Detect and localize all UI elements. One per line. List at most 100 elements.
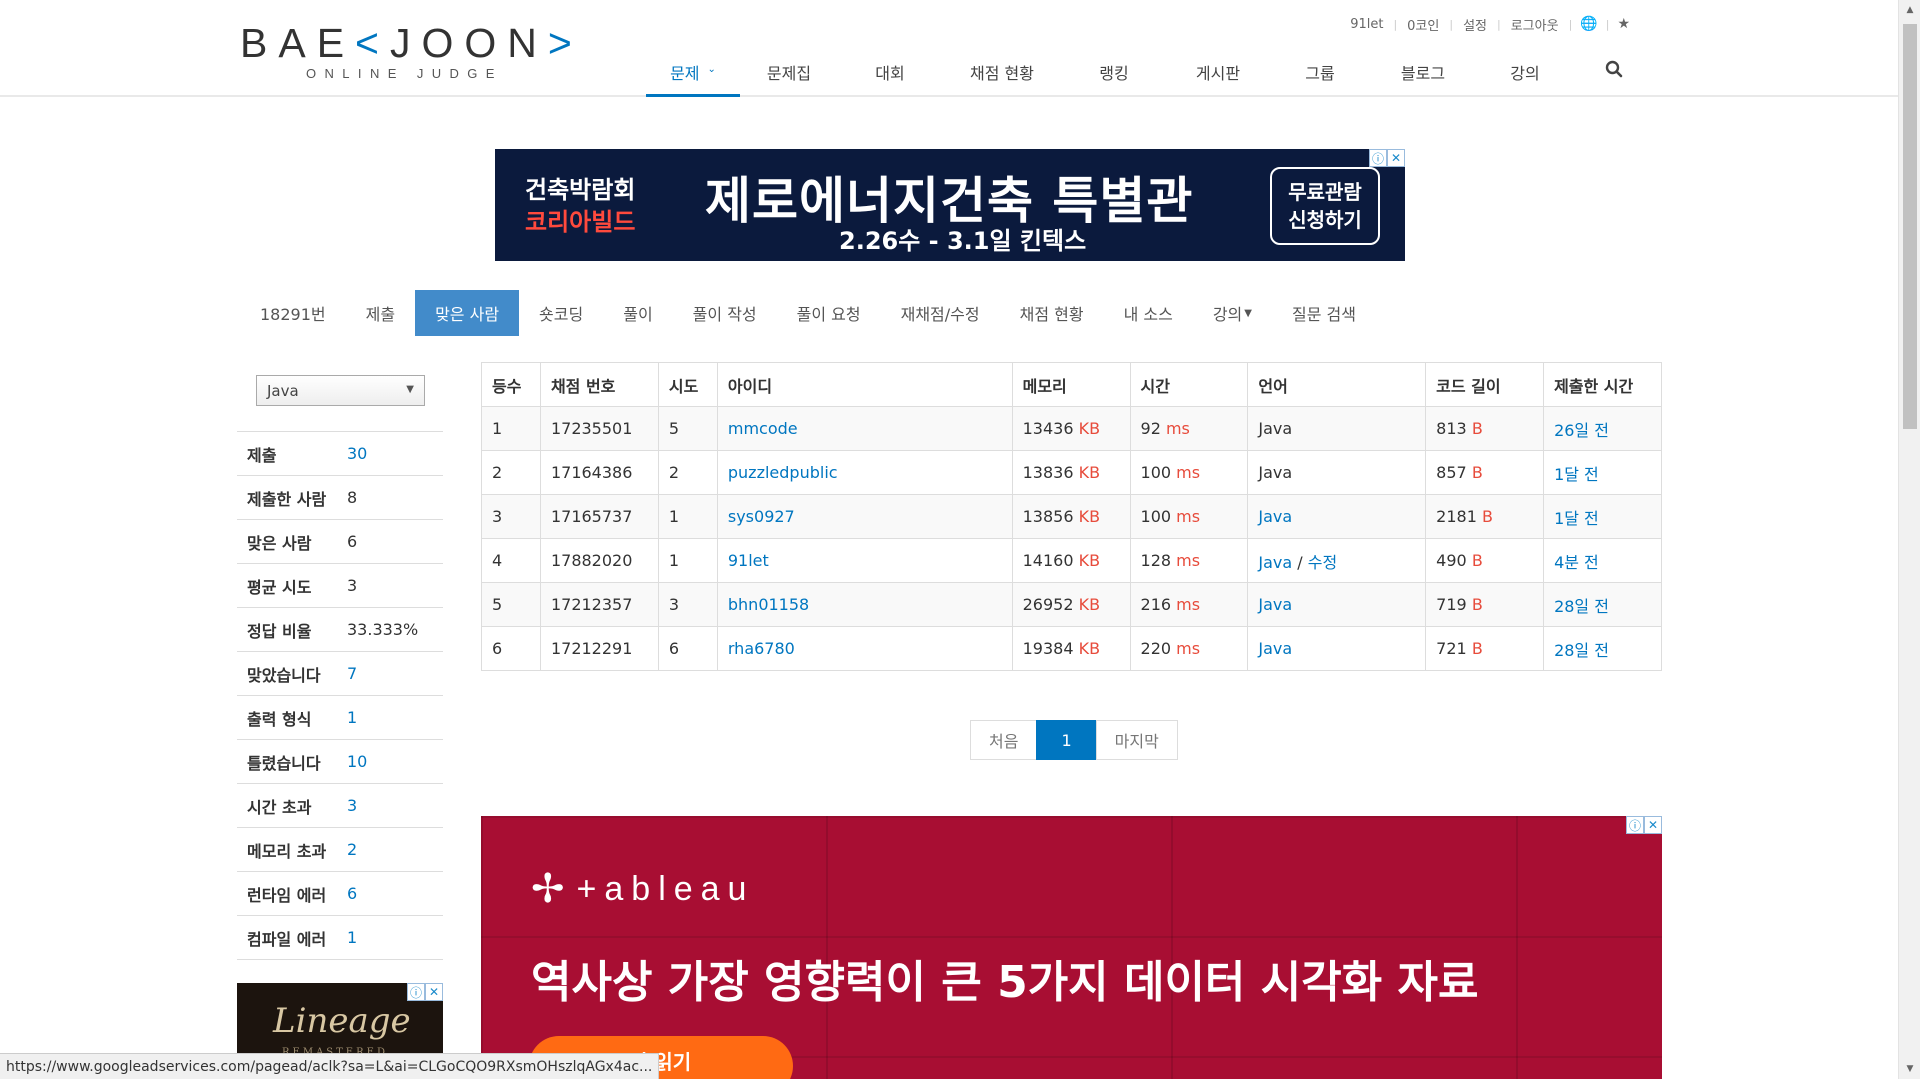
tab-submit[interactable]: 제출 xyxy=(346,290,415,336)
ad-cta-button[interactable]: 무료관람 신청하기 xyxy=(1270,167,1380,245)
settings-link[interactable]: 설정 xyxy=(1453,15,1497,34)
search-icon[interactable] xyxy=(1594,52,1634,97)
user-cell: bhn01158 xyxy=(716,582,1013,627)
submitted-time-link[interactable]: 28일 전 xyxy=(1554,597,1609,616)
stat-value[interactable]: 7 xyxy=(347,664,357,683)
user-cell: 91let xyxy=(716,538,1013,583)
stat-value[interactable]: 6 xyxy=(347,884,357,903)
edit-link[interactable]: 수정 xyxy=(1308,553,1337,572)
nav-item-problems[interactable]: 문제 ⌄ xyxy=(646,52,740,97)
tab-rejudge[interactable]: 재채점/수정 xyxy=(881,290,1000,336)
ad-controls: ⓘ ✕ xyxy=(1626,816,1662,834)
submitted-time-link[interactable]: 1달 전 xyxy=(1554,509,1599,528)
language-link[interactable]: Java xyxy=(1258,553,1292,572)
stat-value: 3 xyxy=(347,576,358,595)
page-last-button[interactable]: 마지막 xyxy=(1095,720,1178,760)
stat-row: 정답 비율 33.333% xyxy=(237,608,443,652)
language-select[interactable]: Java ▼ xyxy=(256,375,425,406)
code-length-value: 490 xyxy=(1436,551,1467,570)
submitted-time-cell: 28일 전 xyxy=(1543,582,1662,627)
tab-my-source[interactable]: 내 소스 xyxy=(1104,290,1193,336)
time-cell: 100 ms xyxy=(1129,494,1249,539)
submitted-time-cell: 4분 전 xyxy=(1543,538,1662,583)
language-cell: Java xyxy=(1247,582,1427,627)
memory-cell: 13436 KB xyxy=(1011,406,1131,451)
banner-ad-top[interactable]: 건축박람회 코리아빌드 제로에너지건축 특별관 2.26수 - 3.1일 킨텍스… xyxy=(495,149,1405,261)
ad-info-icon[interactable]: ⓘ xyxy=(407,983,425,1001)
nav-item-board[interactable]: 게시판 xyxy=(1166,52,1270,97)
page-first-button[interactable]: 처음 xyxy=(970,720,1038,760)
close-icon[interactable]: ✕ xyxy=(1387,149,1405,167)
code-length-value: 813 xyxy=(1436,419,1467,438)
nav-item-blog[interactable]: 블로그 xyxy=(1370,52,1476,97)
accepted-table: 등수 채점 번호 시도 아이디 메모리 시간 언어 코드 길이 제출한 시간 1 17235501… xyxy=(481,362,1662,671)
user-cell: mmcode xyxy=(716,406,1013,451)
side-ad-title: Lineage xyxy=(273,1001,411,1041)
table-row: 4 17882020 1 91let 14160 KB 128 ms Java / 수정 49… xyxy=(481,538,1662,583)
user-link[interactable]: mmcode xyxy=(728,419,798,438)
user-link[interactable]: 91let xyxy=(728,551,769,570)
nav-item-workbook[interactable]: 문제집 xyxy=(740,52,838,97)
tab-status[interactable]: 채점 현황 xyxy=(1000,290,1104,336)
language-link[interactable]: Java xyxy=(1258,507,1292,526)
site-logo[interactable]: BAE<JOON> ONLINE JUDGE xyxy=(240,20,583,82)
language-link[interactable]: Java xyxy=(1258,639,1292,658)
stat-value[interactable]: 1 xyxy=(347,928,357,947)
table-header-row: 등수 채점 번호 시도 아이디 메모리 시간 언어 코드 길이 제출한 시간 xyxy=(481,362,1662,407)
tab-write-solution[interactable]: 풀이 작성 xyxy=(673,290,777,336)
stat-value[interactable]: 1 xyxy=(347,708,357,727)
table-row: 1 17235501 5 mmcode 13436 KB 92 ms Java 813 B 26… xyxy=(481,406,1662,451)
user-link[interactable]: bhn01158 xyxy=(728,595,809,614)
tab-solutions[interactable]: 풀이 xyxy=(603,290,672,336)
nav-item-contest[interactable]: 대회 xyxy=(838,52,942,97)
nav-item-status[interactable]: 채점 현황 xyxy=(942,52,1062,97)
star-icon[interactable]: ★ xyxy=(1609,16,1638,32)
submitted-time-link[interactable]: 28일 전 xyxy=(1554,641,1609,660)
close-icon[interactable]: ✕ xyxy=(425,983,443,1001)
user-link[interactable]: sys0927 xyxy=(728,507,795,526)
submission-id-cell: 17882020 xyxy=(539,538,659,583)
logout-link[interactable]: 로그아웃 xyxy=(1501,15,1569,34)
globe-icon[interactable]: 🌐 xyxy=(1572,16,1605,32)
nav-item-group[interactable]: 그룹 xyxy=(1270,52,1370,97)
stat-value[interactable]: 2 xyxy=(347,840,357,859)
column-header: 메모리 xyxy=(1011,362,1131,407)
submitted-time-link[interactable]: 26일 전 xyxy=(1554,421,1609,440)
logo-wordmark: BAE<JOON> xyxy=(240,20,583,66)
scroll-down-icon[interactable]: ▼ xyxy=(1899,1059,1920,1079)
tab-request-solution[interactable]: 풀이 요청 xyxy=(777,290,881,336)
close-icon[interactable]: ✕ xyxy=(1644,816,1662,834)
tab-problem-number[interactable]: 18291번 xyxy=(240,290,346,336)
nav-item-ranking[interactable]: 랭킹 xyxy=(1062,52,1166,97)
stat-value[interactable]: 10 xyxy=(347,752,367,771)
tab-question-search[interactable]: 질문 검색 xyxy=(1272,290,1376,336)
tab-short-coding[interactable]: 숏코딩 xyxy=(519,290,603,336)
code-length-value: 2181 xyxy=(1436,507,1477,526)
code-length-unit: B xyxy=(1471,463,1483,482)
scroll-up-icon[interactable]: ▲ xyxy=(1899,0,1920,20)
user-link[interactable]: rha6780 xyxy=(728,639,795,658)
username-link[interactable]: 91let xyxy=(1340,17,1393,32)
scrollbar-thumb[interactable] xyxy=(1903,24,1917,429)
submitted-time-link[interactable]: 1달 전 xyxy=(1554,465,1599,484)
language-link[interactable]: Java xyxy=(1258,595,1292,614)
nav-item-lecture[interactable]: 강의 xyxy=(1476,52,1574,97)
banner-ad-bottom[interactable]: ✢ +ableau 역사상 가장 영향력이 큰 5가지 데이터 시각화 자료 서 … xyxy=(481,816,1662,1079)
stat-value[interactable]: 3 xyxy=(347,796,357,815)
tab-accepted-users[interactable]: 맞은 사람 xyxy=(415,290,520,336)
language-link: Java xyxy=(1258,463,1293,482)
memory-cell: 13836 KB xyxy=(1011,450,1131,495)
page-scrollbar[interactable]: ▲ ▼ xyxy=(1898,0,1920,1079)
user-link[interactable]: puzzledpublic xyxy=(728,463,838,482)
submission-id-cell: 17212291 xyxy=(539,626,659,671)
ad-info-icon[interactable]: ⓘ xyxy=(1369,149,1387,167)
user-topbar: 91let | 0코인 | 설정 | 로그아웃 | 🌐 | ★ xyxy=(1340,14,1638,34)
table-row: 3 17165737 1 sys0927 13856 KB 100 ms Java 2181 … xyxy=(481,494,1662,539)
coins-link[interactable]: 0코인 xyxy=(1397,15,1449,34)
tab-lecture[interactable]: 강의 ▼ xyxy=(1193,290,1272,336)
page-current-button[interactable]: 1 xyxy=(1036,720,1097,760)
submitted-time-link[interactable]: 4분 전 xyxy=(1554,553,1599,572)
stat-value[interactable]: 30 xyxy=(347,444,367,463)
ad-info-icon[interactable]: ⓘ xyxy=(1626,816,1644,834)
rank-cell: 1 xyxy=(481,406,541,451)
